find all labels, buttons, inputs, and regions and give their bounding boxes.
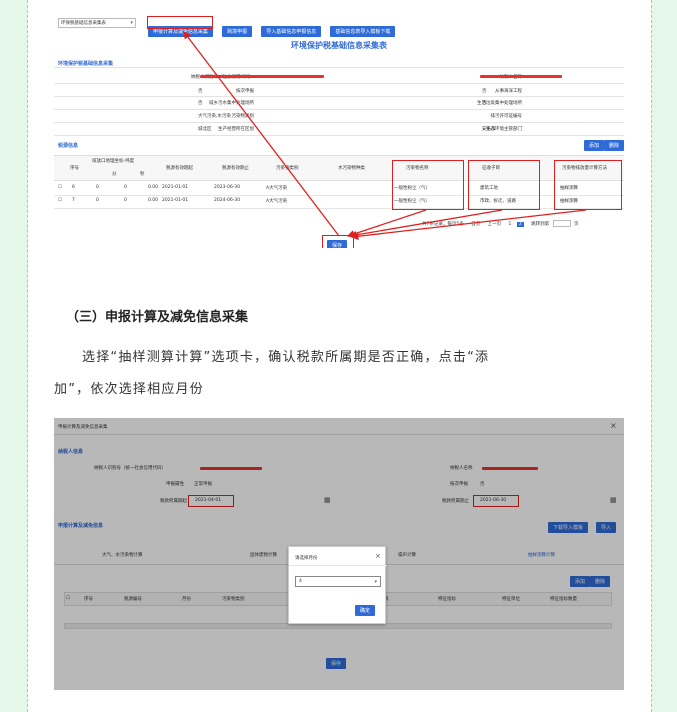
month-select[interactable]: 4 ▾: [295, 576, 381, 587]
paragraph-line-1: 选择“抽样测算计算”选项卡，确认税款所属期是否正确，点击“添: [82, 350, 490, 365]
right-margin-decoration: [651, 0, 677, 712]
arrow-to-save-1: [346, 209, 427, 238]
month-select-modal: 请选择月份 × 4 ▾ 确定: [288, 546, 387, 624]
modal-title: 请选择月份: [295, 556, 318, 561]
screenshot-basic-info-form: 环保税基础信息采集表 ▾ 申报计算及减免信息采集 跨境申报 导入基础信息申报信息 …: [54, 0, 624, 248]
arrow-to-save-2: [348, 209, 503, 239]
paragraph-line-2: 加”，依次选择相应月份: [54, 382, 204, 397]
left-margin-decoration: [0, 0, 28, 712]
section-heading: （三）申报计算及减免信息采集: [66, 310, 249, 325]
arrow-to-calc-button: [183, 30, 340, 237]
annotation-arrows: [183, 30, 587, 241]
screenshot-calc-dialog: 申报计算及减免信息采集 × 纳税人信息 纳税人识别号（统一社会信用代码） 纳税人…: [54, 418, 624, 690]
close-icon[interactable]: ×: [375, 552, 381, 560]
chevron-down-icon: ▾: [374, 579, 377, 585]
article-frame: 环保税基础信息采集表 ▾ 申报计算及减免信息采集 跨境申报 导入基础信息申报信息 …: [0, 0, 677, 712]
month-select-value: 4: [299, 579, 302, 584]
confirm-button[interactable]: 确定: [355, 605, 376, 616]
